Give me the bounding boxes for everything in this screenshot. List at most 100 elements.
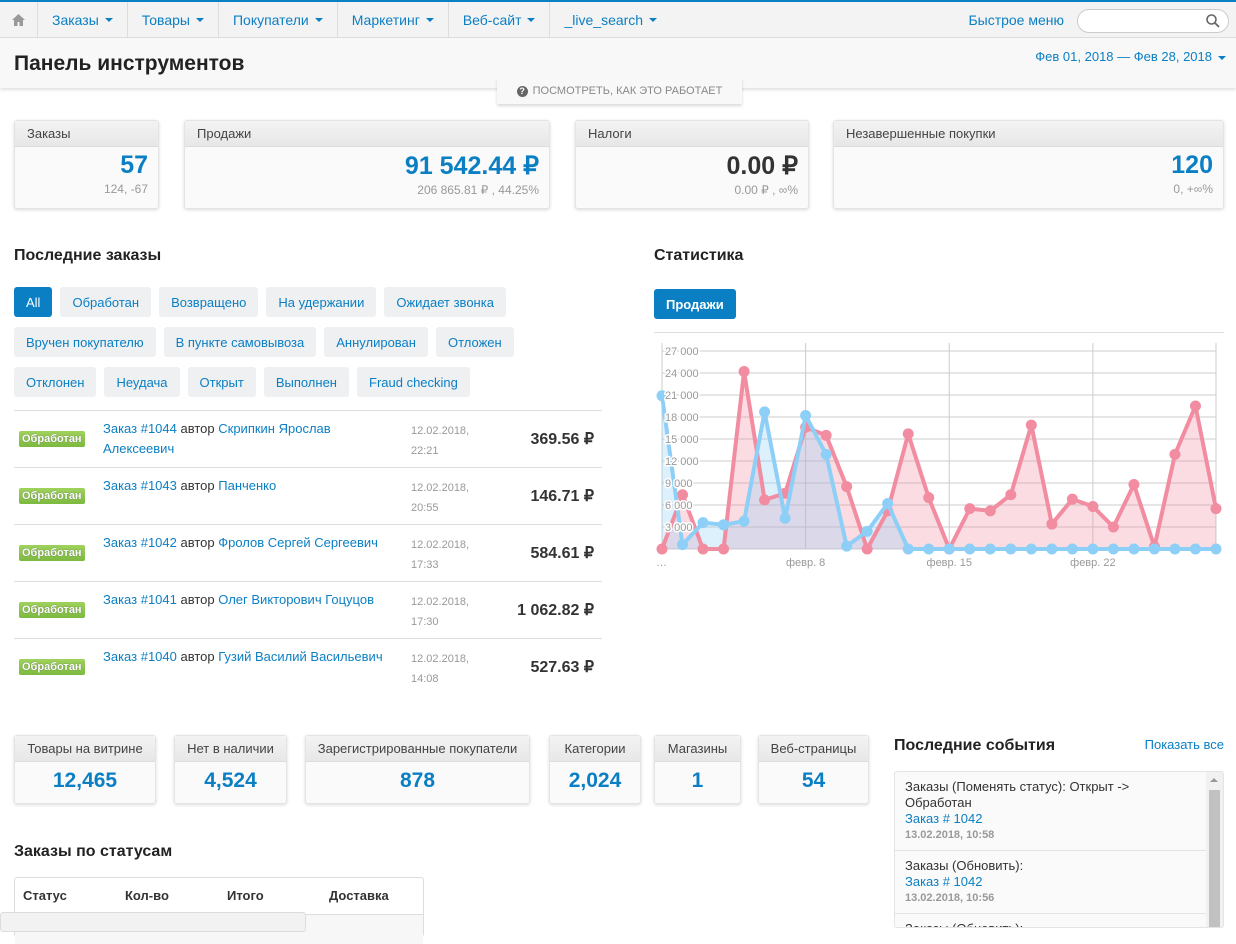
nav-marketing[interactable]: Маркетинг: [338, 1, 449, 38]
events-list: Заказы (Поменять статус): Открыт -> Обра…: [894, 771, 1224, 928]
kpi-title: Налоги: [576, 121, 808, 147]
data-point: [1066, 493, 1078, 505]
order-link[interactable]: Заказ #1040: [103, 649, 177, 664]
nav-website[interactable]: Веб-сайт: [449, 1, 551, 38]
time: 14:08: [411, 673, 439, 685]
author-label: автор: [180, 535, 215, 550]
x-tick-label: …: [656, 557, 667, 569]
counter-title: Зарегистрированные покупатели: [306, 736, 529, 762]
nav-orders[interactable]: Заказы: [38, 1, 128, 38]
filter-button[interactable]: Вручен покупателю: [14, 327, 156, 357]
caret-down-icon: [104, 17, 113, 22]
data-point: [677, 489, 689, 501]
nav-label: Веб-сайт: [462, 11, 522, 28]
show-all-link[interactable]: Показать все: [1145, 737, 1224, 752]
home-icon[interactable]: [0, 1, 38, 38]
order-link[interactable]: Заказ #1043: [103, 478, 177, 493]
question-icon: ?: [516, 85, 528, 97]
filter-button[interactable]: Выполнен: [263, 367, 349, 397]
nav-live-search[interactable]: _live_search: [550, 2, 671, 38]
counter-value: 1: [691, 769, 704, 792]
order-link[interactable]: Заказ #1041: [103, 592, 177, 607]
top-nav: Заказы Товары Покупатели Маркетинг Веб-с…: [0, 0, 1236, 38]
customer-link[interactable]: Гузий Василий Васильевич: [218, 649, 382, 664]
filter-button[interactable]: Отложен: [435, 327, 514, 357]
time: 22:21: [411, 445, 439, 457]
order-total: 584.61 ₽: [530, 545, 594, 562]
filter-button[interactable]: Ожидает звонка: [384, 287, 506, 317]
filter-button[interactable]: Обработан: [60, 287, 152, 317]
order-link[interactable]: Заказ #1042: [103, 535, 177, 550]
help-button[interactable]: ? ПОСМОТРЕТЬ, КАК ЭТО РАБОТАЕТ: [497, 78, 742, 104]
customer-link[interactable]: Фролов Сергей Сергеевич: [218, 535, 378, 550]
filter-button[interactable]: Аннулирован: [324, 327, 428, 357]
kpi-value: 91 542.44 ₽: [404, 152, 539, 180]
event-order-link[interactable]: Заказ # 1042: [905, 811, 982, 826]
data-point: [1210, 503, 1222, 515]
time: 20:55: [411, 502, 439, 514]
order-description: Заказ #1043 автор Панченко: [103, 476, 403, 496]
data-point: [1005, 543, 1017, 555]
data-point: [964, 543, 976, 555]
scrollbar-thumb[interactable]: [1209, 790, 1220, 927]
nav-products[interactable]: Товары: [128, 1, 219, 38]
data-point: [1189, 543, 1201, 555]
date-range-picker[interactable]: Фев 01, 2018 — Фев 28, 2018: [1035, 49, 1226, 64]
counter-title: Магазины: [655, 736, 740, 762]
nav-label: Товары: [141, 11, 190, 28]
data-point: [902, 543, 914, 555]
kpi-taxes: Налоги 0.00 ₽ 0.00 ₽ , ∞%: [575, 120, 809, 209]
sales-chart: 3 000 6 000 9 000 12 000 15 000 18 000 21 000 2…: [656, 343, 1222, 569]
nav-label: Покупатели: [232, 11, 309, 28]
data-point: [800, 410, 812, 422]
search-icon[interactable]: [1206, 14, 1220, 28]
counter-title: Нет в наличии: [175, 736, 286, 762]
data-point: [1189, 400, 1201, 412]
filter-button[interactable]: Возвращено: [159, 287, 259, 317]
search-input[interactable]: [1077, 9, 1229, 33]
filter-button[interactable]: В пункте самовывоза: [163, 327, 317, 357]
data-point: [718, 519, 730, 531]
kpi-value: 57: [120, 151, 148, 179]
data-point: [841, 540, 853, 552]
data-point: [1005, 489, 1017, 501]
col-header: Доставка: [329, 888, 389, 903]
date: 12.02.2018,: [411, 482, 470, 494]
kpi-title: Продажи: [185, 121, 549, 147]
order-date: 12.02.2018, 22:21: [411, 421, 469, 461]
tab-sales[interactable]: Продажи: [654, 289, 736, 319]
filter-button[interactable]: All: [14, 287, 53, 317]
kpi-title: Заказы: [15, 121, 158, 147]
event-order-link[interactable]: Заказ # 1042: [905, 874, 982, 889]
caret-down-icon: [649, 17, 658, 22]
customer-link[interactable]: Панченко: [218, 478, 276, 493]
filter-button[interactable]: Открыт: [187, 367, 256, 397]
order-link[interactable]: Заказ #1044: [103, 421, 177, 436]
filter-button[interactable]: Fraud checking: [357, 367, 470, 397]
author-label: автор: [180, 421, 215, 436]
order-date: 12.02.2018, 14:08: [411, 649, 469, 689]
status-badge: Обработан: [19, 602, 85, 618]
caret-down-icon: [527, 17, 536, 22]
table-row: Обработан Заказ #1042 автор Фролов Сергей…: [14, 524, 602, 581]
stats-title: Статистика: [654, 247, 744, 264]
counter-title: Товары на витрине: [15, 736, 155, 762]
filter-button[interactable]: Неудача: [104, 367, 180, 397]
data-point: [738, 515, 750, 527]
scrollbar[interactable]: [1206, 772, 1223, 927]
recent-orders-list: Обработан Заказ #1044 автор Скрипкин Ярос…: [14, 410, 602, 695]
data-point: [820, 448, 832, 460]
filter-button[interactable]: Отклонен: [14, 367, 97, 397]
quick-menu-link[interactable]: Быстрое меню: [968, 12, 1064, 28]
scroll-up-icon[interactable]: [1210, 778, 1218, 782]
caret-down-icon: [425, 17, 434, 22]
table-row: Обработан Заказ #1043 автор Панченко 12.02…: [14, 467, 602, 524]
nav-customers[interactable]: Покупатели: [219, 1, 338, 38]
author-label: автор: [180, 649, 215, 664]
data-point: [943, 543, 955, 555]
filter-button[interactable]: На удержании: [266, 287, 377, 317]
customer-link[interactable]: Олег Викторович Гоцуцов: [218, 592, 374, 607]
order-date: 12.02.2018, 17:30: [411, 592, 469, 632]
kpi-sub: 0.00 ₽ , ∞%: [734, 183, 798, 197]
order-description: Заказ #1044 автор Скрипкин Ярослав Алекс…: [103, 419, 403, 459]
